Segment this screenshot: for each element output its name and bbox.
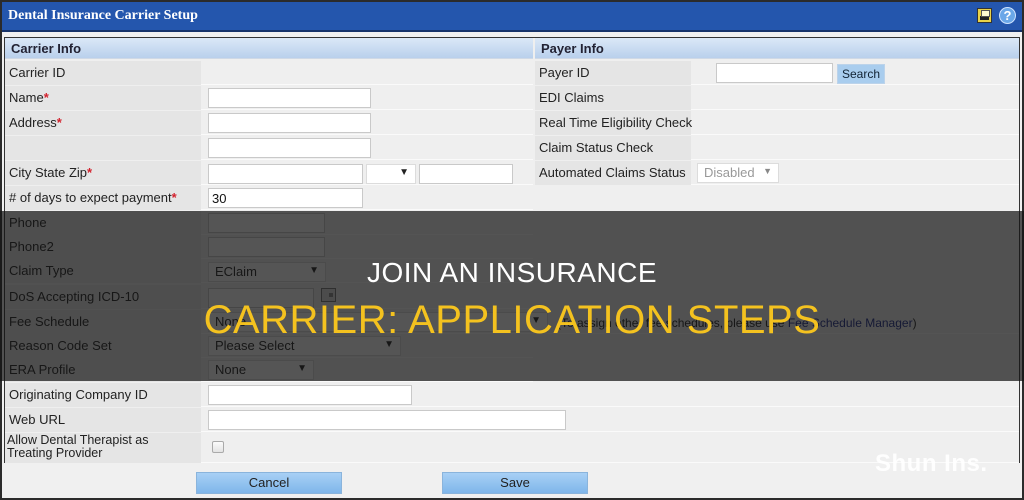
required-marker: *: [87, 165, 93, 180]
cancel-button[interactable]: Cancel: [196, 472, 342, 494]
address-label: Address*: [5, 111, 201, 135]
print-icon[interactable]: [977, 8, 992, 23]
carrier-info-heading: Carrier Info: [5, 38, 533, 59]
claim-status-check-label-text: Claim Status Check: [539, 140, 654, 155]
zip-input[interactable]: [419, 164, 513, 184]
edi-claims-label: EDI Claims: [535, 86, 691, 110]
payer-id-input[interactable]: [716, 63, 833, 83]
payer-id-label-text: Payer ID: [539, 65, 590, 80]
days-to-payment-input[interactable]: [208, 188, 363, 208]
automated-claims-status-label: Automated Claims Status: [535, 161, 691, 185]
help-icon[interactable]: ?: [999, 7, 1016, 24]
overlay-band: [0, 211, 1024, 381]
address-label-text: Address: [9, 115, 57, 130]
real-time-eligibility-label: Real Time Eligibility Check: [535, 111, 693, 135]
city-state-zip-label: City State Zip*: [5, 161, 201, 185]
required-marker: *: [43, 90, 49, 105]
payer-search-button[interactable]: Search: [837, 64, 886, 84]
automated-claims-status-select[interactable]: Disabled ▼: [697, 163, 779, 183]
carrier-id-label-text: Carrier ID: [9, 65, 66, 80]
city-state-zip-label-text: City State Zip: [9, 165, 88, 180]
payer-id-label: Payer ID: [535, 61, 691, 85]
originating-company-id-label: Originating Company ID: [5, 383, 201, 407]
state-select[interactable]: ▼: [366, 164, 416, 184]
address-line1-input[interactable]: [208, 113, 371, 133]
web-url-input[interactable]: [208, 410, 566, 430]
chevron-down-icon: ▼: [763, 166, 772, 176]
automated-claims-status-label-text: Automated Claims Status: [539, 165, 686, 180]
edi-claims-row: EDI Claims: [535, 86, 1019, 110]
carrier-id-row: Carrier ID: [5, 61, 533, 85]
name-input[interactable]: [208, 88, 371, 108]
city-input[interactable]: [208, 164, 363, 184]
automated-claims-status-value: Disabled: [704, 165, 755, 180]
name-label: Name*: [5, 86, 201, 110]
days-to-payment-label-text: # of days to expect payment: [9, 190, 172, 205]
originating-company-id-input[interactable]: [208, 385, 412, 405]
address-line2-label: [5, 136, 201, 160]
payer-id-row: Payer ID Search: [535, 61, 1019, 85]
claim-status-check-label: Claim Status Check: [535, 136, 691, 160]
allow-dental-therapist-checkbox[interactable]: [212, 441, 224, 453]
required-marker: *: [171, 190, 177, 205]
title-bar: Dental Insurance Carrier Setup ?: [2, 2, 1022, 32]
days-to-payment-label: # of days to expect payment*: [5, 186, 201, 210]
required-marker: *: [56, 115, 62, 130]
days-to-payment-row: # of days to expect payment*: [5, 186, 533, 210]
originating-company-id-row: Originating Company ID: [5, 383, 1019, 407]
allow-dental-therapist-label-line2: Treating Provider: [7, 446, 103, 460]
city-state-zip-row: City State Zip* ▼: [5, 161, 533, 185]
web-url-label-text: Web URL: [9, 412, 66, 427]
overlay-title-line1: JOIN AN INSURANCE: [366, 257, 658, 288]
claim-status-check-row: Claim Status Check: [535, 136, 1019, 160]
name-label-text: Name: [9, 90, 44, 105]
real-time-eligibility-row: Real Time Eligibility Check: [535, 111, 1019, 135]
originating-company-id-label-text: Originating Company ID: [9, 387, 148, 402]
address-line2-input[interactable]: [208, 138, 371, 158]
allow-dental-therapist-label: Allow Dental Therapist as Treating Provi…: [5, 433, 201, 463]
edi-claims-label-text: EDI Claims: [539, 90, 605, 105]
web-url-row: Web URL: [5, 408, 1019, 432]
real-time-eligibility-label-text: Real Time Eligibility Check: [539, 115, 693, 130]
carrier-id-label: Carrier ID: [5, 61, 201, 85]
overlay-title-line2: CARRIER: APPLICATION STEPS: [203, 298, 821, 342]
payer-info-heading: Payer Info: [535, 38, 1019, 59]
address-line2-row: [5, 136, 533, 160]
chevron-down-icon: ▼: [399, 167, 409, 178]
allow-dental-therapist-row: Allow Dental Therapist as Treating Provi…: [5, 433, 1019, 463]
name-row: Name*: [5, 86, 533, 110]
address-row: Address*: [5, 111, 533, 135]
automated-claims-status-row: Automated Claims Status Disabled ▼: [535, 161, 1019, 185]
window-title: Dental Insurance Carrier Setup: [8, 8, 198, 23]
web-url-label: Web URL: [5, 408, 201, 432]
save-button[interactable]: Save: [442, 472, 588, 494]
watermark-logo: Shun Ins.: [875, 450, 988, 477]
